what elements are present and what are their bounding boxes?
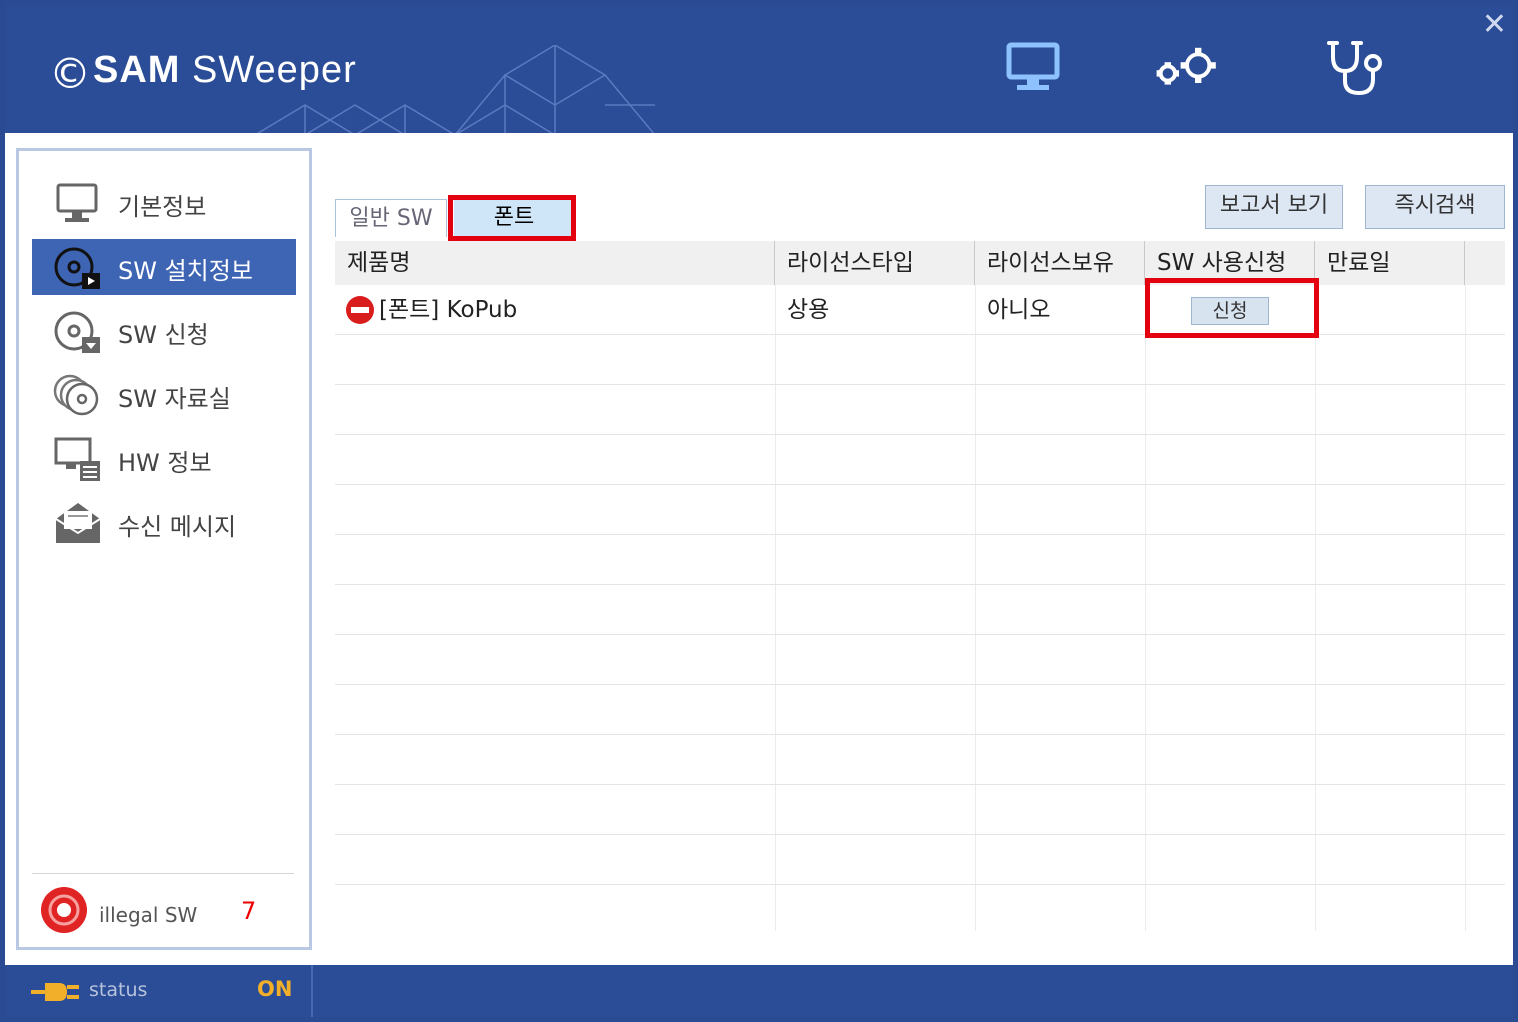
table-row xyxy=(335,335,1505,385)
header-grid-pattern-decoration xyxy=(256,45,655,133)
sidebar-item-inbox[interactable]: 수신 메시지 xyxy=(32,495,296,551)
instant-scan-button[interactable]: 즉시검색 xyxy=(1365,185,1505,229)
table-header: 제품명 라이선스타입 라이선스보유 SW 사용신청 만료일 xyxy=(335,241,1505,285)
table-row xyxy=(335,435,1505,485)
table-row xyxy=(335,385,1505,435)
table-row xyxy=(335,485,1505,535)
sidebar-item-label: SW 설치정보 xyxy=(118,257,253,285)
discs-stack-icon xyxy=(53,374,99,416)
illegal-sw-label: illegal SW xyxy=(99,903,198,927)
main-panel: 일반 SW 폰트 보고서 보기 즉시검색 제품명 라이선스타입 라이선스보유 S… xyxy=(330,133,1505,965)
close-icon[interactable]: ✕ xyxy=(1482,7,1507,42)
sidebar-item-label: HW 정보 xyxy=(118,449,212,477)
status-divider xyxy=(311,965,313,1017)
monitor-icon[interactable] xyxy=(1001,35,1065,99)
sidebar: 기본정보 SW 설치정보 SW 신청 SW 자료실 HW 정보 수신 메시지 i… xyxy=(16,148,312,950)
app-header: © SAM SWeeper ✕ xyxy=(5,5,1513,133)
view-report-button[interactable]: 보고서 보기 xyxy=(1205,185,1343,229)
sidebar-item-sw-request[interactable]: SW 신청 xyxy=(32,303,296,359)
column-header-product-name[interactable]: 제품명 xyxy=(335,241,775,285)
tab-general-sw[interactable]: 일반 SW xyxy=(335,199,447,237)
logo-bold-text: SAM xyxy=(93,49,181,91)
product-name-text: [폰트] KoPub xyxy=(379,297,518,323)
column-header-license-type[interactable]: 라이선스타입 xyxy=(775,241,975,285)
app-window: © SAM SWeeper ✕ 기본정보 SW 설치정보 SW 신청 SW 자료… xyxy=(0,0,1518,1022)
sidebar-item-label: 수신 메시지 xyxy=(118,513,237,541)
table-row xyxy=(335,835,1505,885)
status-value: ON xyxy=(257,977,293,1001)
hardware-icon xyxy=(54,437,100,481)
sidebar-item-basic-info[interactable]: 기본정보 xyxy=(32,175,296,231)
envelope-icon xyxy=(55,503,101,543)
highlight-box-apply-button xyxy=(1145,278,1319,338)
illegal-disc-icon xyxy=(41,887,87,933)
table-row xyxy=(335,785,1505,835)
illegal-sw-count: 7 xyxy=(241,897,257,925)
settings-gears-icon[interactable] xyxy=(1155,35,1219,99)
table-row xyxy=(335,535,1505,585)
table-row xyxy=(335,585,1505,635)
illegal-sw-counter[interactable]: illegal SW 7 xyxy=(35,881,299,941)
sidebar-item-sw-library[interactable]: SW 자료실 xyxy=(32,367,296,423)
cell-license-owned: 아니오 xyxy=(987,297,1051,323)
sidebar-item-label: SW 신청 xyxy=(118,321,209,349)
power-plug-icon xyxy=(31,983,79,1001)
content-area: 기본정보 SW 설치정보 SW 신청 SW 자료실 HW 정보 수신 메시지 i… xyxy=(5,133,1513,965)
disc-install-icon xyxy=(54,247,100,289)
cell-product-name: [폰트] KoPub xyxy=(335,285,775,335)
sidebar-item-label: 기본정보 xyxy=(118,193,207,221)
status-bar: status ON xyxy=(5,965,1513,1017)
status-label: status xyxy=(89,979,148,1001)
disc-download-icon xyxy=(54,311,100,353)
sidebar-item-label: SW 자료실 xyxy=(118,385,231,413)
sidebar-item-sw-install-info[interactable]: SW 설치정보 xyxy=(32,239,296,295)
sw-table: 제품명 라이선스타입 라이선스보유 SW 사용신청 만료일 [폰트] KoPub… xyxy=(335,241,1505,931)
sidebar-divider xyxy=(32,873,294,874)
highlight-box-font-tab xyxy=(448,195,576,241)
logo-copyright-symbol: © xyxy=(49,49,91,98)
table-row xyxy=(335,635,1505,685)
stethoscope-icon[interactable] xyxy=(1323,35,1387,99)
blocked-icon xyxy=(346,296,374,324)
monitor-icon xyxy=(56,183,98,222)
table-row[interactable]: [폰트] KoPub 상용 아니오 신청 xyxy=(335,285,1505,335)
sidebar-item-hw-info[interactable]: HW 정보 xyxy=(32,431,296,487)
table-row xyxy=(335,735,1505,785)
cell-expiry-date xyxy=(1315,285,1465,335)
column-header-license-owned[interactable]: 라이선스보유 xyxy=(975,241,1145,285)
table-row xyxy=(335,685,1505,735)
cell-license-type: 상용 xyxy=(787,297,830,323)
column-header-expiry-date[interactable]: 만료일 xyxy=(1315,241,1465,285)
